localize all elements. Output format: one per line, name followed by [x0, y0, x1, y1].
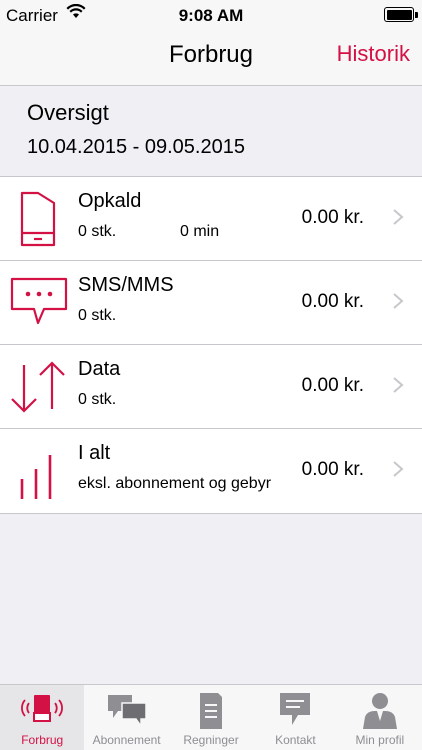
usage-list: Opkald 0 stk. 0 min 0.00 kr. SMS/MMS 0 s…	[0, 176, 422, 514]
usage-duration: 0 min	[180, 223, 220, 240]
tab-label: Kontakt	[275, 733, 316, 747]
battery-icon	[384, 7, 414, 22]
usage-count: 0 stk.	[78, 307, 117, 324]
usage-amount: 0.00 kr.	[301, 459, 364, 480]
usage-row-sms[interactable]: SMS/MMS 0 stk. 0.00 kr.	[0, 261, 422, 345]
tab-abonnement[interactable]: Abonnement	[84, 685, 168, 750]
usage-row-data[interactable]: Data 0 stk. 0.00 kr.	[0, 345, 422, 429]
navigation-bar: Forbrug Historik	[0, 40, 422, 86]
status-bar: Carrier 9:08 AM	[0, 0, 422, 40]
usage-amount: 0.00 kr.	[301, 375, 364, 396]
usage-row-calls[interactable]: Opkald 0 stk. 0 min 0.00 kr.	[0, 177, 422, 261]
usage-phone-icon	[21, 695, 64, 722]
invoice-icon	[200, 693, 223, 729]
chevron-right-icon	[393, 377, 404, 393]
usage-label: Data	[78, 358, 121, 380]
usage-amount: 0.00 kr.	[301, 291, 364, 312]
usage-count: 0 stk.	[78, 391, 117, 408]
tab-regninger[interactable]: Regninger	[169, 685, 253, 750]
overview-header: Oversigt 10.04.2015 - 09.05.2015	[0, 86, 422, 176]
data-arrows-icon	[11, 361, 65, 413]
contact-bubble-icon	[280, 693, 311, 725]
tab-label: Abonnement	[92, 733, 161, 747]
bars-icon	[20, 455, 52, 499]
chevron-right-icon	[393, 293, 404, 309]
history-button[interactable]: Historik	[337, 41, 410, 67]
chevron-right-icon	[393, 209, 404, 225]
usage-label: I alt	[78, 442, 111, 464]
tab-label: Forbrug	[21, 733, 64, 747]
profile-person-icon	[362, 693, 397, 729]
usage-amount: 0.00 kr.	[301, 207, 364, 228]
tab-bar: Forbrug Abonnement Regninger Kontakt Min…	[0, 684, 422, 750]
usage-note: eksl. abonnement og gebyr	[78, 475, 272, 492]
tab-min-profil[interactable]: Min profil	[338, 685, 422, 750]
clock: 9:08 AM	[178, 6, 244, 25]
tab-label: Min profil	[355, 733, 405, 747]
usage-row-total[interactable]: I alt eksl. abonnement og gebyr 0.00 kr.	[0, 429, 422, 513]
usage-count: 0 stk.	[78, 223, 117, 240]
overview-heading: Oversigt	[27, 100, 109, 125]
battery-tip	[415, 12, 418, 18]
message-bubble-icon	[10, 277, 68, 325]
phone-icon	[20, 191, 56, 247]
tab-label: Regninger	[183, 733, 239, 747]
chat-bubbles-icon	[107, 695, 147, 729]
usage-label: SMS/MMS	[78, 274, 174, 296]
tab-kontakt[interactable]: Kontakt	[253, 685, 337, 750]
tab-forbrug[interactable]: Forbrug	[0, 685, 85, 750]
period-date-range: 10.04.2015 - 09.05.2015	[27, 136, 245, 158]
usage-label: Opkald	[78, 190, 142, 212]
chevron-right-icon	[393, 461, 404, 477]
